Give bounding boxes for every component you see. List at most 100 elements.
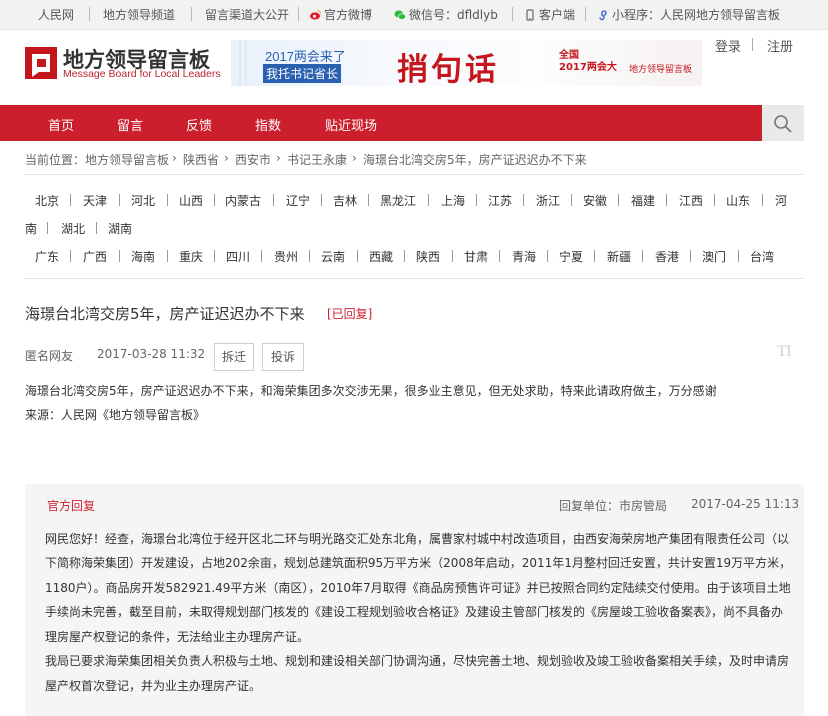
divider [690, 250, 691, 262]
divider [214, 194, 215, 206]
divider [476, 194, 477, 206]
region-hebei[interactable]: 河北 [131, 192, 155, 209]
region-shandong[interactable]: 山东 [726, 192, 750, 209]
region-taiwan[interactable]: 台湾 [750, 248, 774, 265]
status-badge: [已回复] [327, 307, 373, 321]
region-hunan[interactable]: 湖南 [108, 220, 132, 237]
region-henan-part2[interactable]: 南 [25, 220, 37, 237]
region-yunnan[interactable]: 云南 [321, 248, 345, 265]
divider [70, 250, 71, 262]
divider [321, 194, 322, 206]
breadcrumb-current: 海璟台北湾交房5年，房产证迟迟办不下来 [363, 153, 587, 167]
divider [499, 250, 500, 262]
region-heilongjiang[interactable]: 黑龙江 [380, 192, 416, 209]
wechat-label: 微信号：dfldlyb [409, 8, 498, 22]
region-liaoning[interactable]: 辽宁 [286, 192, 310, 209]
region-gansu[interactable]: 甘肃 [464, 248, 488, 265]
nav-feedback[interactable]: 反馈 [186, 115, 212, 134]
font-size-toggle[interactable]: Tl [777, 343, 791, 361]
banner-stripe [239, 40, 241, 86]
region-shanxi[interactable]: 山西 [179, 192, 203, 209]
divider [714, 194, 715, 206]
reply-line: 屋产权首次登记，并为业主办理房产证。 [45, 679, 262, 693]
region-sichuan[interactable]: 四川 [226, 248, 250, 265]
region-chongqing[interactable]: 重庆 [179, 248, 203, 265]
breadcrumb-leader[interactable]: 书记王永康 [287, 151, 347, 168]
nav-home[interactable]: 首页 [48, 115, 74, 134]
mini-program-label: 小程序：人民网地方领导留言板 [612, 8, 781, 22]
reply-line: 下简称海荣集团）开发建设，占地202余亩，规划总建筑面积95万平方米（2008年… [45, 556, 792, 570]
region-hongkong[interactable]: 香港 [655, 248, 679, 265]
reply-line: 理房屋产权登记的条件，无法给业主办理房产证。 [45, 630, 310, 644]
tag-complaint-button[interactable]: 投诉 [262, 343, 304, 371]
reply-line: 我局已要求海荣集团相关负责人积极与土地、规划和建设相关部门协调沟通，尽快完善土地… [45, 654, 790, 668]
search-button[interactable] [762, 105, 804, 141]
login-link[interactable]: 登录 [715, 36, 741, 55]
breadcrumb-city[interactable]: 西安市 [235, 151, 271, 168]
link-people-daily[interactable]: 人民网 [38, 8, 74, 22]
region-henan-part1[interactable]: 河 [775, 192, 787, 209]
nav-index[interactable]: 指数 [255, 115, 281, 134]
promo-banner[interactable]: 2017两会来了 我托书记省长 捎句话 全国 2017两会大 地方领导留言板 [231, 40, 702, 86]
banner-line1: 2017两会来了 [265, 49, 346, 64]
region-anhui[interactable]: 安徽 [583, 192, 607, 209]
banner-tag2: 2017两会大 [559, 62, 617, 73]
region-hainan[interactable]: 海南 [131, 248, 155, 265]
region-xinjiang[interactable]: 新疆 [607, 248, 631, 265]
region-jiangxi[interactable]: 江西 [679, 192, 703, 209]
region-fujian[interactable]: 福建 [631, 192, 655, 209]
region-zhejiang[interactable]: 浙江 [536, 192, 560, 209]
divider [89, 7, 90, 21]
divider-line [25, 278, 804, 279]
region-ningxia[interactable]: 宁夏 [559, 248, 583, 265]
breadcrumb-province[interactable]: 陕西省 [183, 151, 219, 168]
nav-on-the-scene[interactable]: 贴近现场 [325, 115, 377, 134]
divider [191, 7, 192, 21]
link-client-app[interactable]: 客户端 [524, 8, 575, 22]
link-official-weibo[interactable]: 官方微博 [309, 8, 372, 22]
banner-tag: 全国 2017两会大 [559, 50, 617, 74]
region-xizang[interactable]: 西藏 [369, 248, 393, 265]
region-beijing[interactable]: 北京 [35, 192, 59, 209]
register-link[interactable]: 注册 [767, 36, 793, 55]
region-neimenggu[interactable]: 内蒙古 [225, 192, 261, 209]
divider [585, 7, 586, 21]
region-jiangsu[interactable]: 江苏 [488, 192, 512, 209]
breadcrumb-sep: › [352, 151, 357, 165]
region-tianjin[interactable]: 天津 [83, 192, 107, 209]
divider [47, 222, 48, 234]
divider [452, 250, 453, 262]
link-mini-program[interactable]: 小程序：人民网地方领导留言板 [597, 8, 780, 22]
divider [571, 194, 572, 206]
breadcrumb-root[interactable]: 当前位置：地方领导留言板 [25, 151, 169, 168]
region-macau[interactable]: 澳门 [702, 248, 726, 265]
region-shanghai[interactable]: 上海 [441, 192, 465, 209]
nav-messages[interactable]: 留言 [117, 115, 143, 134]
divider [512, 7, 513, 21]
region-hubei[interactable]: 湖北 [61, 220, 85, 237]
divider [428, 194, 429, 206]
weibo-icon [310, 9, 321, 20]
main-nav: 首页 留言 反馈 指数 贴近现场 [0, 105, 762, 141]
wechat-id[interactable]: 微信号：dfldlyb [394, 8, 498, 22]
client-label: 客户端 [539, 8, 576, 22]
region-qinghai[interactable]: 青海 [512, 248, 536, 265]
region-guangdong[interactable]: 广东 [35, 248, 59, 265]
message-author: 匿名网友 [25, 349, 74, 363]
divider [167, 194, 168, 206]
phone-icon [526, 9, 534, 21]
divider [368, 194, 369, 206]
link-local-leader-channel[interactable]: 地方领导频道 [103, 8, 175, 22]
region-guangxi[interactable]: 广西 [83, 248, 107, 265]
tag-demolition-button[interactable]: 拆迁 [214, 343, 254, 371]
region-guizhou[interactable]: 贵州 [274, 248, 298, 265]
reply-line: 手续尚未完善，截至目前，未取得规划部门核发的《建设工程规划验收合格证》及建设主管… [45, 605, 784, 619]
divider [167, 250, 168, 262]
divider [119, 250, 120, 262]
region-jilin[interactable]: 吉林 [333, 192, 357, 209]
divider [273, 194, 274, 206]
link-message-channels[interactable]: 留言渠道大公开 [205, 8, 289, 22]
site-logo-icon[interactable] [25, 47, 57, 79]
message-title: 海璟台北湾交房5年，房产证迟迟办不下来 [25, 305, 305, 323]
region-shaanxi[interactable]: 陕西 [416, 248, 440, 265]
